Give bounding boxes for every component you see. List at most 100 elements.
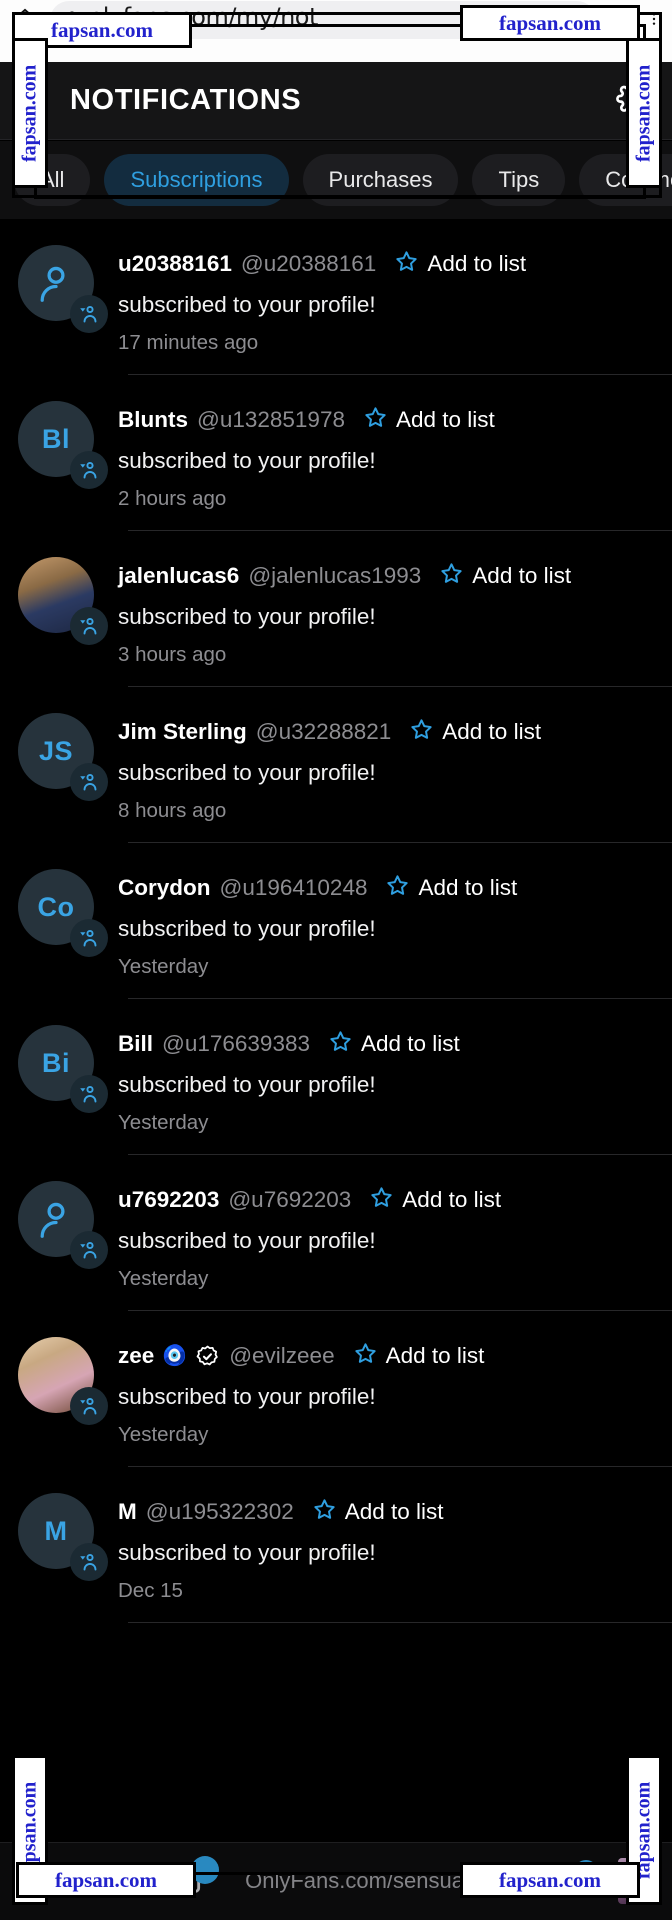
add-to-list-button[interactable]: Add to list <box>363 405 495 435</box>
notification-timestamp: Yesterday <box>118 1111 209 1134</box>
username[interactable]: Blunts <box>118 407 188 433</box>
add-to-list-label: Add to list <box>402 1187 502 1212</box>
star-outline-icon <box>394 249 419 279</box>
new-subscriber-icon <box>70 1075 108 1113</box>
notification-item[interactable]: JS Jim Sterling @u32288821 Add to list subsc… <box>0 687 672 843</box>
list-divider <box>128 1622 672 1623</box>
user-handle[interactable]: @u7692203 <box>228 1187 351 1213</box>
new-subscriber-icon <box>70 451 108 489</box>
star-outline-icon <box>385 873 410 903</box>
username[interactable]: u20388161 <box>118 251 232 277</box>
add-to-list-label: Add to list <box>344 1499 444 1524</box>
add-to-list-button[interactable]: Add to list <box>312 1497 444 1527</box>
star-outline-icon <box>328 1029 353 1059</box>
add-to-list-label: Add to list <box>361 1031 460 1056</box>
add-to-list-label: Add to list <box>427 251 527 276</box>
username[interactable]: M <box>118 1499 137 1525</box>
notification-item[interactable]: Bl Blunts @u132851978 Add to list subscribed… <box>0 375 672 531</box>
add-to-list-button[interactable]: Add to list <box>439 561 571 591</box>
screen-root: nlyfans.com/my/not NOTIFICATIONS All Sub… <box>0 0 672 1920</box>
add-to-list-button[interactable]: Add to list <box>385 873 517 903</box>
user-handle[interactable]: @u132851978 <box>197 407 345 433</box>
new-subscriber-icon <box>70 763 108 801</box>
add-to-list-label: Add to list <box>472 563 572 588</box>
user-handle[interactable]: @u20388161 <box>241 251 376 277</box>
notification-message: subscribed to your profile! <box>118 448 376 473</box>
notification-timestamp: 2 hours ago <box>118 487 227 510</box>
notification-item[interactable]: u20388161 @u20388161 Add to list subscribed… <box>0 219 672 375</box>
avatar-initials: Bl <box>42 423 70 454</box>
star-outline-icon <box>363 405 388 435</box>
user-handle[interactable]: @u195322302 <box>146 1499 294 1525</box>
add-to-list-label: Add to list <box>442 719 542 744</box>
watermark-label: fapsan.com <box>460 1862 640 1898</box>
notification-item[interactable]: Co Corydon @u196410248 Add to list subscribe… <box>0 843 672 999</box>
notification-message: subscribed to your profile! <box>118 760 376 785</box>
avatar-initials: JS <box>38 735 74 766</box>
add-to-list-button[interactable]: Add to list <box>328 1029 460 1059</box>
avatar-initials: M <box>44 1515 68 1546</box>
add-to-list-label: Add to list <box>385 1343 485 1368</box>
username[interactable]: Bill <box>118 1031 153 1057</box>
add-to-list-button[interactable]: Add to list <box>394 249 526 279</box>
avatar-wrapper: Co <box>18 869 108 957</box>
notification-user-row: Jim Sterling @u32288821 Add to list <box>118 717 654 747</box>
user-handle[interactable]: @u196410248 <box>220 875 368 901</box>
new-subscriber-icon <box>70 919 108 957</box>
username[interactable]: jalenlucas6 <box>118 563 239 589</box>
notification-user-row: jalenlucas6 @jalenlucas1993 Add to list <box>118 561 654 591</box>
notification-timestamp: Yesterday <box>118 1423 209 1446</box>
notification-item[interactable]: u7692203 @u7692203 Add to list subscribed t… <box>0 1155 672 1311</box>
notification-body: Jim Sterling @u32288821 Add to list subscri… <box>118 713 654 843</box>
verified-badge-icon <box>195 1344 220 1369</box>
user-handle[interactable]: @evilzeee <box>229 1343 334 1369</box>
notification-user-row: u20388161 @u20388161 Add to list <box>118 249 654 279</box>
notification-message: subscribed to your profile! <box>118 604 376 629</box>
notification-item[interactable]: Bi Bill @u176639383 Add to list subscribed t… <box>0 999 672 1155</box>
username[interactable]: Jim Sterling <box>118 719 247 745</box>
notification-message: subscribed to your profile! <box>118 1540 376 1565</box>
add-to-list-button[interactable]: Add to list <box>369 1185 501 1215</box>
watermark-label: fapsan.com <box>12 38 48 188</box>
user-handle[interactable]: @u32288821 <box>256 719 391 745</box>
star-outline-icon <box>353 1341 378 1371</box>
notification-message: subscribed to your profile! <box>118 1384 376 1409</box>
username[interactable]: Corydon <box>118 875 211 901</box>
person-icon <box>33 260 79 306</box>
notification-body: u20388161 @u20388161 Add to list subscribed… <box>118 245 654 375</box>
notification-body: Bill @u176639383 Add to list subscribed to … <box>118 1025 654 1155</box>
notification-body: Corydon @u196410248 Add to list subscribed … <box>118 869 654 999</box>
notification-body: M @u195322302 Add to list subscribed to you… <box>118 1493 654 1623</box>
notification-user-row: Blunts @u132851978 Add to list <box>118 405 654 435</box>
user-handle[interactable]: @u176639383 <box>162 1031 310 1057</box>
notification-item[interactable]: zee 🧿 @evilzeee Add to list subscribed to yo… <box>0 1311 672 1467</box>
star-outline-icon <box>409 717 434 747</box>
notification-item[interactable]: jalenlucas6 @jalenlucas1993 Add to list sub… <box>0 531 672 687</box>
username[interactable]: zee <box>118 1343 154 1369</box>
notification-message: subscribed to your profile! <box>118 1228 376 1253</box>
new-subscriber-icon <box>70 295 108 333</box>
notification-message: subscribed to your profile! <box>118 916 376 941</box>
notification-message: subscribed to your profile! <box>118 292 376 317</box>
user-handle[interactable]: @jalenlucas1993 <box>248 563 421 589</box>
add-to-list-button[interactable]: Add to list <box>353 1341 485 1371</box>
add-to-list-label: Add to list <box>395 407 495 432</box>
notification-item[interactable]: M M @u195322302 Add to list subscribed to yo… <box>0 1467 672 1623</box>
notification-user-row: M @u195322302 Add to list <box>118 1497 654 1527</box>
add-to-list-button[interactable]: Add to list <box>409 717 541 747</box>
avatar-initials: Co <box>37 891 75 922</box>
notification-user-row: Corydon @u196410248 Add to list <box>118 873 654 903</box>
add-to-list-label: Add to list <box>418 875 518 900</box>
person-icon <box>33 1196 79 1242</box>
username[interactable]: u7692203 <box>118 1187 219 1213</box>
avatar-wrapper <box>18 245 108 333</box>
watermark-label: fapsan.com <box>16 1862 196 1898</box>
avatar-wrapper: Bi <box>18 1025 108 1113</box>
notification-timestamp: Dec 15 <box>118 1579 183 1602</box>
notification-message: subscribed to your profile! <box>118 1072 376 1097</box>
new-subscriber-icon <box>70 1543 108 1581</box>
new-subscriber-icon <box>70 1387 108 1425</box>
notification-timestamp: 8 hours ago <box>118 799 227 822</box>
avatar-wrapper: JS <box>18 713 108 801</box>
avatar-wrapper <box>18 1181 108 1269</box>
